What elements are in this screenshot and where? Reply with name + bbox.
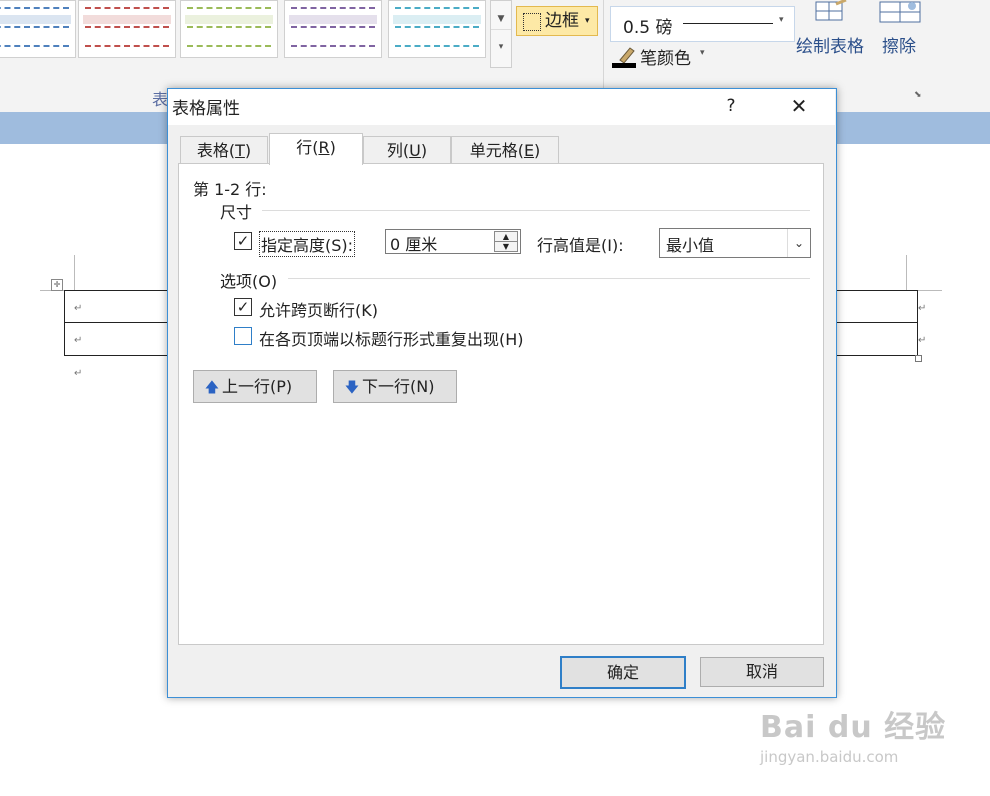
cancel-button[interactable]: 取消	[700, 657, 824, 687]
tab-cell[interactable]: 单元格(E)	[451, 136, 559, 164]
baidu-watermark: Bai du 经验 jingyan.baidu.com	[760, 702, 946, 766]
tab-column[interactable]: 列(U)	[363, 136, 451, 164]
tab-label: 列(U)	[386, 141, 428, 160]
draw-table-label: 绘制表格	[796, 37, 864, 57]
next-row-label: 下一行(N)	[362, 377, 435, 396]
eraser-icon	[878, 0, 922, 24]
eraser-label: 擦除	[882, 37, 916, 57]
watermark-brand: Bai du 经验	[760, 710, 947, 745]
watermark-url: jingyan.baidu.com	[760, 748, 899, 766]
chevron-down-icon: ▾	[700, 48, 705, 58]
row-height-mode-select[interactable]: 最小值 ⌄	[659, 228, 811, 258]
pen-color-icon	[612, 46, 636, 68]
end-of-row-mark: ↵	[918, 335, 927, 346]
gallery-more-icon[interactable]: ▾	[491, 37, 511, 57]
ribbon-separator	[603, 0, 604, 100]
tab-label: 行(R)	[296, 138, 336, 157]
margin-mark-right	[906, 255, 907, 291]
spin-down-icon[interactable]: ▼	[494, 241, 518, 252]
pen-weight-dropdown[interactable]: 0.5 磅 ▾	[610, 6, 795, 42]
options-section-label: 选项(O)	[220, 272, 278, 291]
specify-height-label: 指定高度(S):	[259, 231, 356, 257]
gallery-scroll-down-icon[interactable]: ▼	[491, 9, 511, 30]
arrow-up-icon: 🡅	[204, 380, 220, 396]
pen-weight-value: 0.5 磅	[623, 18, 673, 38]
help-button[interactable]: ?	[716, 92, 746, 120]
pen-color-label: 笔颜色	[640, 49, 691, 69]
chevron-down-icon: ▾	[779, 15, 784, 25]
chevron-down-icon: ▾	[585, 16, 590, 26]
allow-row-break-label: 允许跨页断行(K)	[259, 301, 378, 320]
table-style-thumb-red[interactable]	[78, 0, 176, 58]
tab-table[interactable]: 表格(T)	[180, 136, 268, 164]
margin-mark-horizontal-right	[916, 290, 942, 291]
chevron-down-icon: ⌄	[787, 229, 810, 257]
tab-row[interactable]: 行(R)	[269, 133, 363, 165]
borders-button-label: 边框	[545, 11, 579, 31]
draw-table-button[interactable]: 绘制表格	[796, 0, 872, 57]
table-style-thumb-green[interactable]	[180, 0, 278, 58]
rows-range-label: 第 1-2 行:	[193, 180, 267, 199]
table-style-thumb-blue[interactable]	[0, 0, 76, 58]
borders-button[interactable]: 边框 ▾	[516, 6, 598, 36]
tab-label: 单元格(E)	[469, 141, 541, 160]
pen-weight-line-preview	[683, 23, 773, 24]
row-height-is-label: 行高值是(I):	[537, 236, 624, 255]
repeat-header-label: 在各页顶端以标题行形式重复出现(H)	[259, 330, 524, 349]
next-row-button[interactable]: 🡇 下一行(N)	[333, 370, 457, 403]
allow-row-break-checkbox[interactable]: ✓	[234, 298, 252, 316]
options-section-divider	[288, 278, 810, 279]
size-section-divider	[262, 210, 810, 211]
row-height-value: 0 厘米	[390, 235, 438, 254]
arrow-down-icon: 🡇	[344, 380, 360, 396]
ribbon-group-label: 表	[152, 90, 169, 109]
specify-height-checkbox[interactable]: ✓	[234, 232, 252, 250]
close-button[interactable]: ✕	[783, 92, 815, 120]
size-section-label: 尺寸	[220, 203, 253, 222]
dialog-title: 表格属性	[172, 99, 240, 119]
gallery-scrollbar[interactable]: ▼ ▾	[490, 0, 512, 68]
paragraph-mark: ↵	[74, 303, 83, 314]
table-style-thumb-purple[interactable]	[284, 0, 382, 58]
border-grid-icon	[523, 13, 541, 31]
row-height-input[interactable]: 0 厘米 ▲ ▼	[385, 229, 521, 254]
previous-row-button[interactable]: 🡅 上一行(P)	[193, 370, 317, 403]
table-resize-handle[interactable]	[915, 355, 922, 362]
eraser-button[interactable]: 擦除	[878, 0, 928, 57]
paragraph-mark: ↵	[74, 368, 83, 379]
previous-row-label: 上一行(P)	[222, 377, 293, 396]
tab-label: 表格(T)	[196, 141, 252, 160]
pen-color-button[interactable]: 笔颜色 ▾	[612, 44, 712, 70]
dialog-launcher-icon[interactable]: ⬊	[914, 90, 922, 100]
repeat-header-checkbox[interactable]	[234, 327, 252, 345]
table-move-handle-icon[interactable]: ✛	[51, 279, 63, 291]
table-style-thumb-aqua[interactable]	[388, 0, 486, 58]
checkmark-icon: ✓	[236, 298, 250, 316]
margin-mark-left	[74, 255, 75, 291]
row-height-mode-value: 最小值	[666, 236, 715, 255]
ok-button[interactable]: 确定	[560, 656, 686, 689]
end-of-row-mark: ↵	[918, 303, 927, 314]
paragraph-mark: ↵	[74, 335, 83, 346]
draw-table-icon	[810, 0, 850, 22]
checkmark-icon: ✓	[236, 232, 250, 250]
